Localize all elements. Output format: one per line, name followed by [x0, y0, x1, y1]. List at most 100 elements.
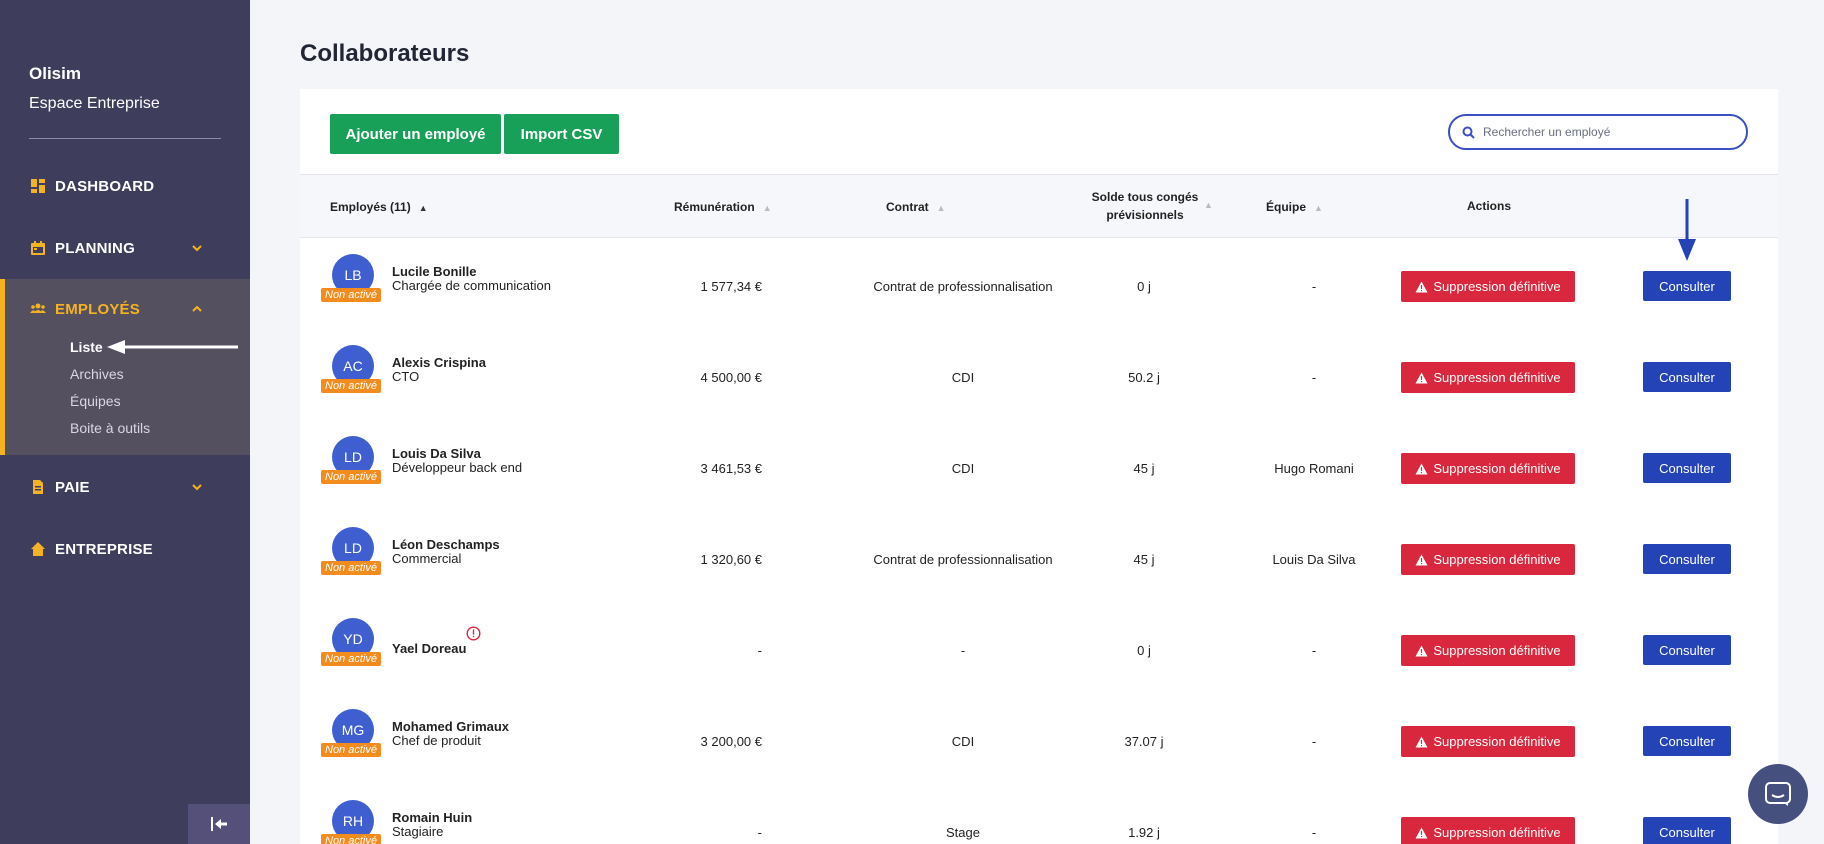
th-remuneration[interactable]: Rémunération ▲: [674, 198, 772, 217]
employee-team: -: [1311, 734, 1317, 749]
alert-circle-icon: [466, 626, 481, 641]
search-input[interactable]: [1483, 125, 1733, 139]
sort-icon: ▲: [762, 203, 772, 213]
chat-icon: [1765, 782, 1791, 806]
employee-name[interactable]: Louis Da Silva: [392, 446, 481, 461]
delete-employee-button[interactable]: Suppression définitive: [1401, 544, 1575, 575]
consult-employee-button[interactable]: Consulter: [1643, 726, 1731, 756]
th-solde-line2: prévisionnels: [1106, 208, 1184, 222]
status-badge: Non activé: [321, 470, 381, 484]
sort-up-icon: ▲: [418, 203, 428, 213]
delete-employee-button[interactable]: Suppression définitive: [1401, 362, 1575, 393]
th-solde-line1: Solde tous congés: [1091, 190, 1199, 204]
warning-icon: [1415, 554, 1428, 565]
delete-employee-button[interactable]: Suppression définitive: [1401, 271, 1575, 302]
employee-contract: CDI: [951, 370, 975, 385]
delete-employee-button[interactable]: Suppression définitive: [1401, 726, 1575, 757]
employee-contract: Stage: [946, 825, 980, 840]
consult-employee-button[interactable]: Consulter: [1643, 362, 1731, 392]
employee-team: -: [1311, 370, 1317, 385]
arrow-left-annotation-icon: [107, 340, 238, 354]
status-badge: Non activé: [321, 743, 381, 757]
chat-button[interactable]: [1748, 764, 1808, 824]
delete-employee-button[interactable]: Suppression définitive: [1401, 453, 1575, 484]
employee-contract: CDI: [951, 734, 975, 749]
employee-name[interactable]: Romain Huin: [392, 810, 472, 825]
employee-role: Chargée de communication: [392, 278, 551, 293]
status-badge: Non activé: [321, 561, 381, 575]
th-equipe[interactable]: Équipe ▲: [1266, 198, 1323, 217]
table-row: RH Non activé Romain Huin Stagiaire - Stage 1.…: [300, 784, 1778, 844]
th-employes-label: Employés (11): [330, 200, 411, 214]
nav-paie[interactable]: PAIE: [0, 467, 250, 507]
th-contrat-label: Contrat: [886, 200, 929, 214]
document-icon: [33, 480, 43, 494]
employee-name[interactable]: Lucile Bonille: [392, 264, 477, 279]
th-solde[interactable]: Solde tous congés prévisionnels: [1070, 188, 1220, 224]
consult-employee-button[interactable]: Consulter: [1643, 271, 1731, 301]
add-employee-button[interactable]: Ajouter un employé: [330, 114, 501, 154]
employee-role: Chef de produit: [392, 733, 481, 748]
delete-label: Suppression définitive: [1433, 370, 1561, 385]
import-csv-button[interactable]: Import CSV: [504, 114, 619, 154]
home-icon: [31, 542, 45, 556]
delete-label: Suppression définitive: [1433, 734, 1561, 749]
employee-role: CTO: [392, 369, 420, 384]
employee-contract: Contrat de professionnalisation: [873, 552, 1053, 567]
employee-contract: -: [960, 643, 966, 658]
delete-employee-button[interactable]: Suppression définitive: [1401, 635, 1575, 666]
brand: Olisim Espace Entreprise: [29, 64, 160, 113]
nav-employes-section: EMPLOYÉS Liste Archives Équipes Boite à …: [0, 279, 250, 455]
employee-name[interactable]: Mohamed Grimaux: [392, 719, 509, 734]
employee-team: -: [1311, 643, 1317, 658]
employee-contract: CDI: [951, 461, 975, 476]
chevron-down-icon: [192, 484, 202, 491]
employee-leave: 0 j: [1137, 643, 1151, 658]
warning-icon: [1415, 827, 1428, 838]
nav-planning[interactable]: PLANNING: [0, 228, 250, 268]
consult-employee-button[interactable]: Consulter: [1643, 635, 1731, 665]
table-row: LD Non activé Léon Deschamps Commercial 1 32…: [300, 511, 1778, 602]
table-row: LB Non activé Lucile Bonille Chargée de com…: [300, 238, 1778, 329]
employee-name[interactable]: Alexis Crispina: [392, 355, 486, 370]
th-contrat[interactable]: Contrat ▲: [886, 198, 946, 217]
employee-leave: 50.2 j: [1128, 370, 1160, 385]
sidebar: Olisim Espace Entreprise DASHBOARD PLANN…: [0, 0, 250, 844]
warning-icon: [1415, 736, 1428, 747]
nav-entreprise-label: ENTREPRISE: [55, 540, 153, 558]
delete-label: Suppression définitive: [1433, 643, 1561, 658]
delete-label: Suppression définitive: [1433, 279, 1561, 294]
sub-boite[interactable]: Boite à outils: [70, 420, 150, 436]
th-equipe-label: Équipe: [1266, 200, 1307, 214]
chevron-down-icon: [192, 245, 202, 252]
employee-name[interactable]: Léon Deschamps: [392, 537, 500, 552]
sub-archives[interactable]: Archives: [70, 366, 124, 382]
sort-icon: ▲: [1204, 200, 1213, 210]
consult-employee-button[interactable]: Consulter: [1643, 453, 1731, 483]
table-row: MG Non activé Mohamed Grimaux Chef de produ…: [300, 693, 1778, 784]
delete-employee-button[interactable]: Suppression définitive: [1401, 817, 1575, 844]
employees-card: Ajouter un employé Import CSV Employés (…: [300, 89, 1778, 844]
table-row: AC Non activé Alexis Crispina CTO 4 500,00 €…: [300, 329, 1778, 420]
collapse-sidebar-button[interactable]: [188, 804, 250, 844]
employee-role: Développeur back end: [392, 460, 523, 475]
nav-entreprise[interactable]: ENTREPRISE: [0, 529, 250, 569]
employee-name[interactable]: Yael Doreau: [392, 641, 466, 656]
page-title: Collaborateurs: [300, 40, 470, 67]
employee-leave: 37.07 j: [1124, 734, 1164, 749]
nav-employes[interactable]: EMPLOYÉS: [0, 289, 250, 329]
th-employes[interactable]: Employés (11) ▲: [330, 198, 428, 217]
nav-dashboard[interactable]: DASHBOARD: [0, 166, 250, 206]
nav-employes-label: EMPLOYÉS: [55, 300, 140, 318]
employee-pay: 1 577,34 €: [700, 279, 762, 294]
employee-role: Commercial: [392, 551, 462, 566]
consult-employee-button[interactable]: Consulter: [1643, 817, 1731, 844]
sub-equipes[interactable]: Équipes: [70, 393, 121, 409]
consult-employee-button[interactable]: Consulter: [1643, 544, 1731, 574]
search-icon: [1462, 126, 1475, 139]
employee-pay: -: [757, 643, 762, 658]
employee-team: -: [1311, 279, 1317, 294]
sub-liste[interactable]: Liste: [70, 339, 103, 355]
brand-divider: [29, 138, 221, 139]
employee-pay: 4 500,00 €: [700, 370, 762, 385]
